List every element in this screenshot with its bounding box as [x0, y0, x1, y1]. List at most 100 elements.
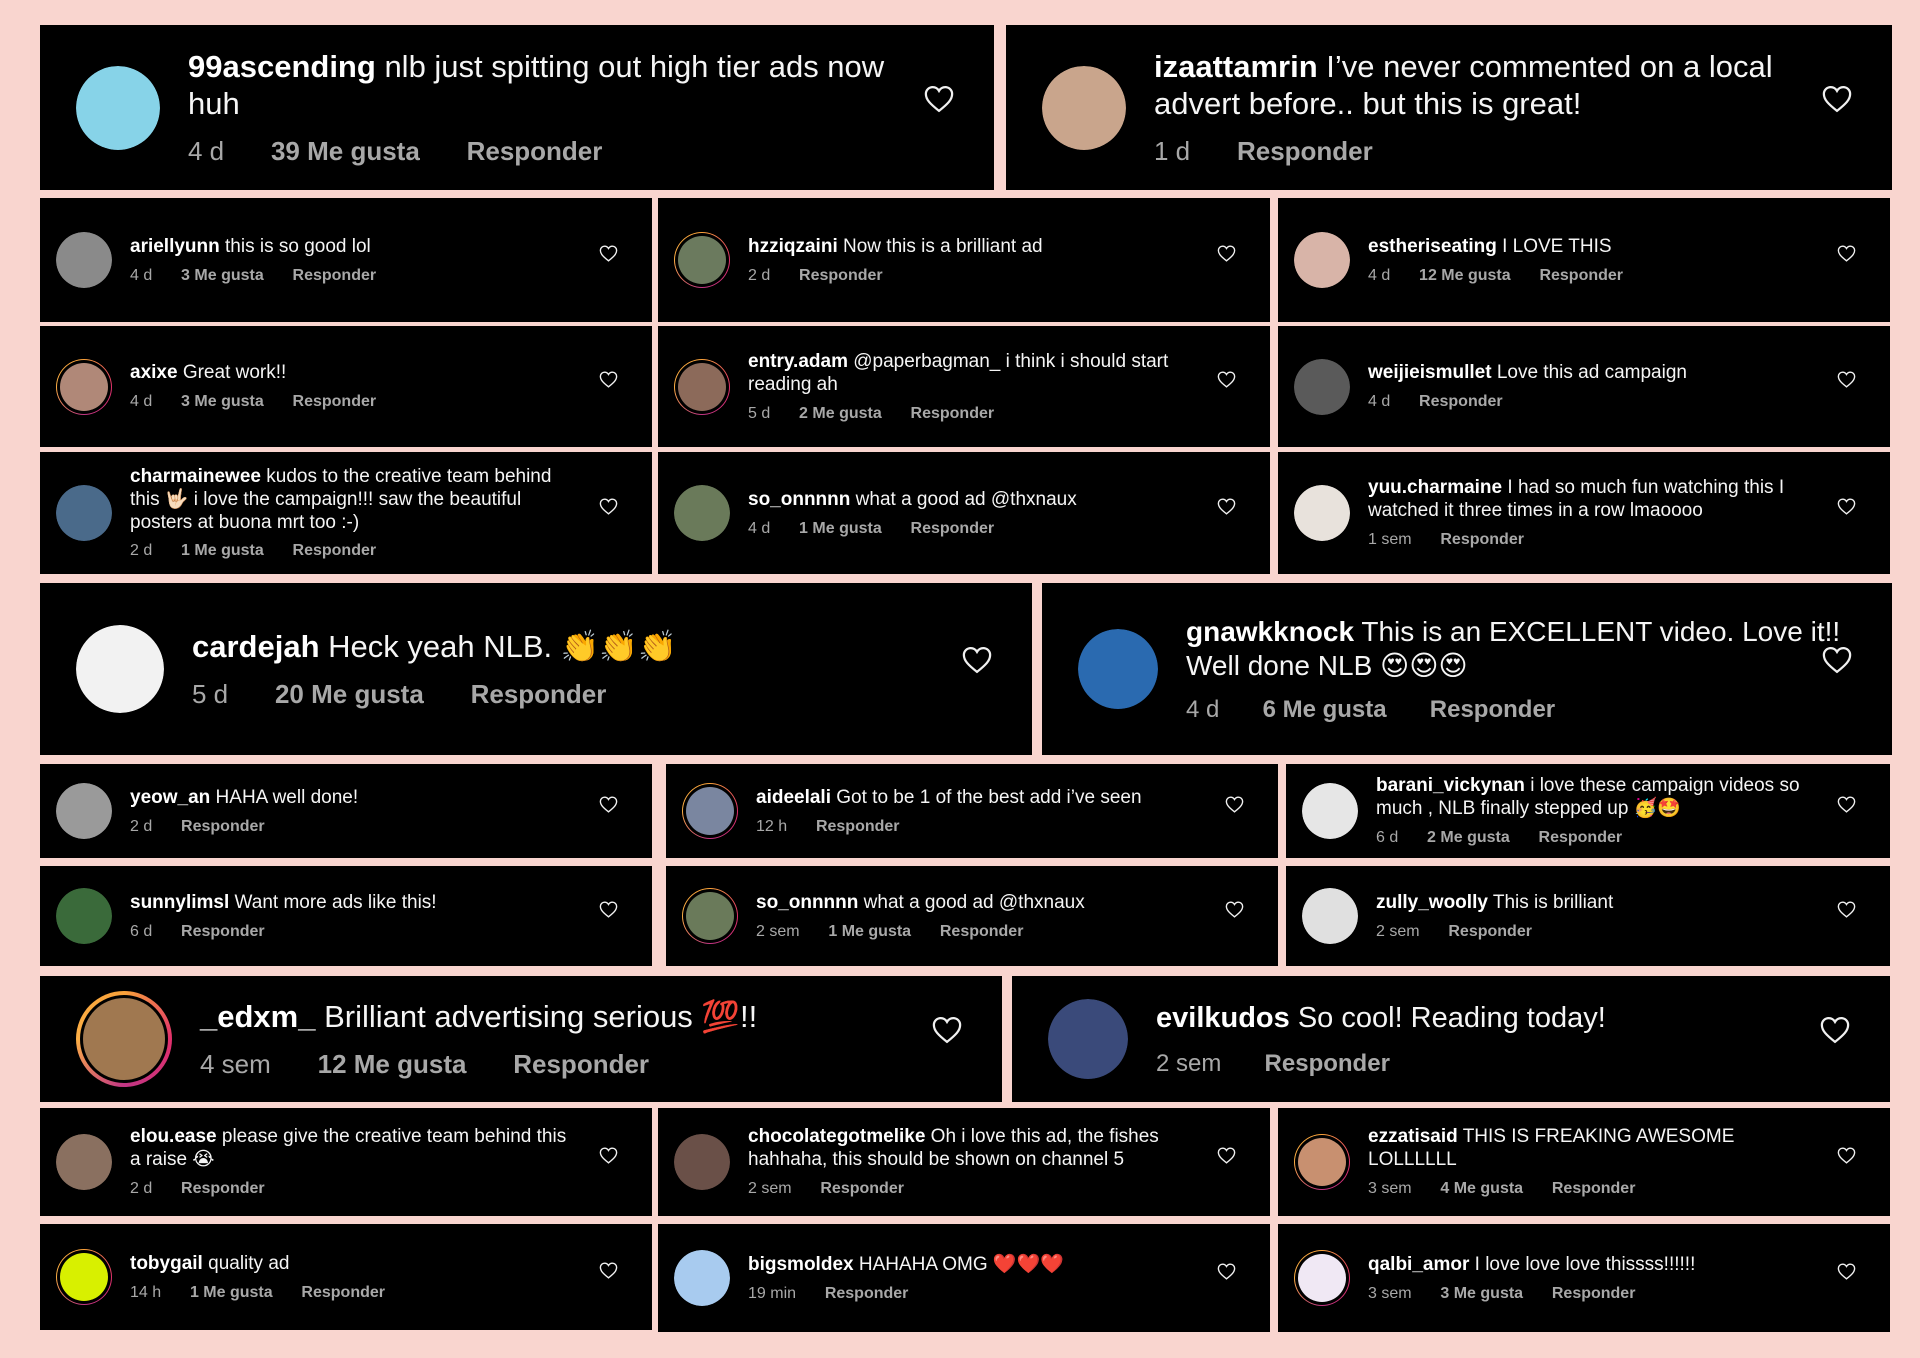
heart-icon[interactable] [1837, 796, 1856, 813]
reply-button[interactable]: Responder [467, 136, 603, 166]
reply-button[interactable]: Responder [1440, 531, 1524, 548]
avatar[interactable] [1302, 783, 1358, 839]
avatar[interactable] [1294, 1250, 1350, 1306]
reply-button[interactable]: Responder [1552, 1285, 1636, 1302]
reply-button[interactable]: Responder [1237, 136, 1373, 166]
likes-count[interactable]: 12 Me gusta [318, 1049, 467, 1079]
heart-icon[interactable] [1217, 371, 1236, 388]
reply-button[interactable]: Responder [911, 405, 995, 422]
username[interactable]: cardejah [192, 629, 320, 664]
username[interactable]: _edxm_ [200, 999, 315, 1034]
likes-count[interactable]: 2 Me gusta [1427, 829, 1510, 846]
likes-count[interactable]: 3 Me gusta [181, 393, 264, 410]
heart-icon[interactable] [599, 498, 618, 515]
reply-button[interactable]: Responder [825, 1285, 909, 1302]
likes-count[interactable]: 2 Me gusta [799, 405, 882, 422]
avatar[interactable] [1294, 232, 1350, 288]
heart-icon[interactable] [1217, 498, 1236, 515]
username[interactable]: weijieismullet [1368, 362, 1492, 383]
reply-button[interactable]: Responder [1539, 829, 1623, 846]
username[interactable]: 99ascending [188, 49, 376, 84]
avatar[interactable] [56, 359, 112, 415]
avatar[interactable] [56, 783, 112, 839]
likes-count[interactable]: 3 Me gusta [1440, 1285, 1523, 1302]
heart-icon[interactable] [599, 1147, 618, 1164]
avatar[interactable] [674, 485, 730, 541]
username[interactable]: evilkudos [1156, 1002, 1290, 1034]
heart-icon[interactable] [1837, 901, 1856, 918]
username[interactable]: chocolategotmelike [748, 1126, 925, 1147]
username[interactable]: so_onnnnn [748, 489, 850, 510]
reply-button[interactable]: Responder [1552, 1180, 1636, 1197]
heart-icon[interactable] [599, 1262, 618, 1279]
reply-button[interactable]: Responder [301, 1284, 385, 1301]
avatar[interactable] [674, 1134, 730, 1190]
avatar[interactable] [674, 232, 730, 288]
heart-icon[interactable] [1822, 85, 1852, 113]
username[interactable]: entry.adam [748, 351, 848, 372]
likes-count[interactable]: 1 Me gusta [799, 520, 882, 537]
username[interactable]: gnawkknock [1186, 616, 1354, 647]
heart-icon[interactable] [924, 85, 954, 113]
reply-button[interactable]: Responder [293, 542, 377, 559]
reply-button[interactable]: Responder [940, 923, 1024, 940]
avatar[interactable] [56, 232, 112, 288]
heart-icon[interactable] [1217, 1263, 1236, 1280]
username[interactable]: estheriseating [1368, 236, 1497, 257]
avatar[interactable] [1078, 629, 1158, 709]
reply-button[interactable]: Responder [1430, 696, 1555, 723]
username[interactable]: elou.ease [130, 1126, 217, 1147]
username[interactable]: bigsmoldex [748, 1254, 854, 1275]
reply-button[interactable]: Responder [1448, 923, 1532, 940]
username[interactable]: ariellyunn [130, 236, 220, 257]
avatar[interactable] [1294, 1134, 1350, 1190]
avatar[interactable] [674, 359, 730, 415]
heart-icon[interactable] [1225, 901, 1244, 918]
reply-button[interactable]: Responder [1265, 1050, 1390, 1077]
heart-icon[interactable] [599, 796, 618, 813]
username[interactable]: aideelali [756, 787, 831, 808]
username[interactable]: tobygail [130, 1253, 203, 1274]
reply-button[interactable]: Responder [181, 818, 265, 835]
avatar[interactable] [1048, 999, 1128, 1079]
avatar[interactable] [674, 1250, 730, 1306]
avatar[interactable] [76, 66, 160, 150]
avatar[interactable] [76, 991, 172, 1087]
reply-button[interactable]: Responder [799, 267, 883, 284]
avatar[interactable] [682, 888, 738, 944]
heart-icon[interactable] [599, 245, 618, 262]
heart-icon[interactable] [1837, 245, 1856, 262]
likes-count[interactable]: 12 Me gusta [1419, 267, 1511, 284]
username[interactable]: ezzatisaid [1368, 1126, 1458, 1147]
avatar[interactable] [1294, 359, 1350, 415]
reply-button[interactable]: Responder [181, 1180, 265, 1197]
avatar[interactable] [56, 1249, 112, 1305]
heart-icon[interactable] [1837, 371, 1856, 388]
likes-count[interactable]: 1 Me gusta [190, 1284, 273, 1301]
likes-count[interactable]: 39 Me gusta [271, 136, 420, 166]
heart-icon[interactable] [1217, 1147, 1236, 1164]
likes-count[interactable]: 3 Me gusta [181, 267, 264, 284]
reply-button[interactable]: Responder [816, 818, 900, 835]
heart-icon[interactable] [1837, 1263, 1856, 1280]
username[interactable]: yeow_an [130, 787, 210, 808]
username[interactable]: axixe [130, 362, 178, 383]
reply-button[interactable]: Responder [181, 923, 265, 940]
username[interactable]: qalbi_amor [1368, 1254, 1469, 1275]
likes-count[interactable]: 20 Me gusta [275, 679, 424, 709]
username[interactable]: charmainewee [130, 466, 261, 487]
avatar[interactable] [76, 625, 164, 713]
reply-button[interactable]: Responder [293, 393, 377, 410]
avatar[interactable] [1294, 485, 1350, 541]
reply-button[interactable]: Responder [911, 520, 995, 537]
reply-button[interactable]: Responder [1539, 267, 1623, 284]
reply-button[interactable]: Responder [471, 679, 607, 709]
likes-count[interactable]: 1 Me gusta [181, 542, 264, 559]
username[interactable]: barani_vickynan [1376, 775, 1525, 796]
heart-icon[interactable] [962, 646, 992, 674]
username[interactable]: izaattamrin [1154, 49, 1318, 84]
username[interactable]: sunnylimsl [130, 892, 229, 913]
reply-button[interactable]: Responder [293, 267, 377, 284]
heart-icon[interactable] [1822, 646, 1852, 674]
heart-icon[interactable] [1837, 1147, 1856, 1164]
